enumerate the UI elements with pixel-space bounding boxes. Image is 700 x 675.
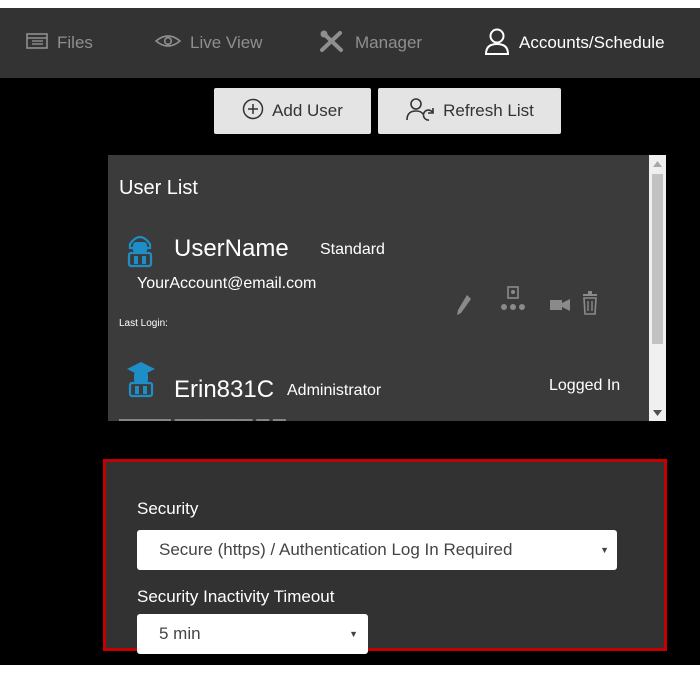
logged-in-status: Logged In xyxy=(549,377,621,394)
app-window: Files Live View Manager Accounts/Schedul… xyxy=(0,0,700,665)
person-icon xyxy=(484,27,519,60)
truncated-email-row: ▬▬▬▬ ▬▬▬▬▬▬ ▬ ▬ xyxy=(119,411,286,421)
nav-manager-label: Manager xyxy=(355,33,423,52)
nav-live-view-label: Live View xyxy=(190,33,263,52)
tools-icon xyxy=(318,29,355,58)
user-role: Administrator xyxy=(287,382,382,399)
chevron-down-icon: ▼ xyxy=(600,545,609,555)
nav-manager[interactable]: Manager xyxy=(318,8,422,78)
security-settings-panel: Security Secure (https) / Authentication… xyxy=(103,459,667,654)
last-login-label: Last Login: xyxy=(119,318,168,329)
user-name: UserName xyxy=(174,235,289,262)
scrollbar-thumb[interactable] xyxy=(652,174,663,344)
add-user-label: Add User xyxy=(272,101,343,120)
scroll-up-arrow-icon[interactable] xyxy=(649,155,666,172)
add-user-button[interactable]: Add User xyxy=(214,88,371,134)
nav-files[interactable]: Files xyxy=(26,8,93,78)
edit-pen-icon[interactable] xyxy=(455,293,473,322)
top-border xyxy=(0,0,700,8)
refresh-list-label: Refresh List xyxy=(443,101,534,120)
files-icon xyxy=(26,32,57,55)
plus-circle-icon xyxy=(242,98,272,125)
user-list-panel: User List UserName Standard YourAccount@… xyxy=(108,155,666,421)
user-name: Erin831C xyxy=(174,376,275,403)
security-label: Security xyxy=(137,499,199,518)
security-select[interactable]: Secure (https) / Authentication Log In R… xyxy=(137,530,617,570)
user-list-scrollbar[interactable] xyxy=(649,155,666,421)
camera-access-icon[interactable] xyxy=(549,298,571,319)
timeout-select-value: 5 min xyxy=(159,624,201,643)
nav-accounts-schedule-label: Accounts/Schedule xyxy=(519,33,665,52)
standard-user-icon xyxy=(125,232,155,273)
nav-accounts-schedule[interactable]: Accounts/Schedule xyxy=(484,8,665,78)
top-navbar: Files Live View Manager Accounts/Schedul… xyxy=(0,8,700,78)
user-role: Standard xyxy=(320,241,385,258)
nav-files-label: Files xyxy=(57,33,93,52)
eye-icon xyxy=(154,33,190,54)
user-refresh-icon xyxy=(405,96,443,127)
permissions-icon[interactable] xyxy=(499,285,527,320)
timeout-select[interactable]: 5 min ▼ xyxy=(137,614,368,654)
chevron-down-icon: ▼ xyxy=(349,629,358,639)
user-list-title: User List xyxy=(119,177,198,199)
user-email: YourAccount@email.com xyxy=(137,275,317,292)
refresh-list-button[interactable]: Refresh List xyxy=(378,88,561,134)
trash-icon[interactable] xyxy=(582,291,598,320)
timeout-label: Security Inactivity Timeout xyxy=(137,587,335,606)
security-select-value: Secure (https) / Authentication Log In R… xyxy=(159,540,513,559)
admin-user-icon xyxy=(125,360,157,403)
nav-live-view[interactable]: Live View xyxy=(154,8,263,78)
scroll-down-arrow-icon[interactable] xyxy=(649,404,666,421)
